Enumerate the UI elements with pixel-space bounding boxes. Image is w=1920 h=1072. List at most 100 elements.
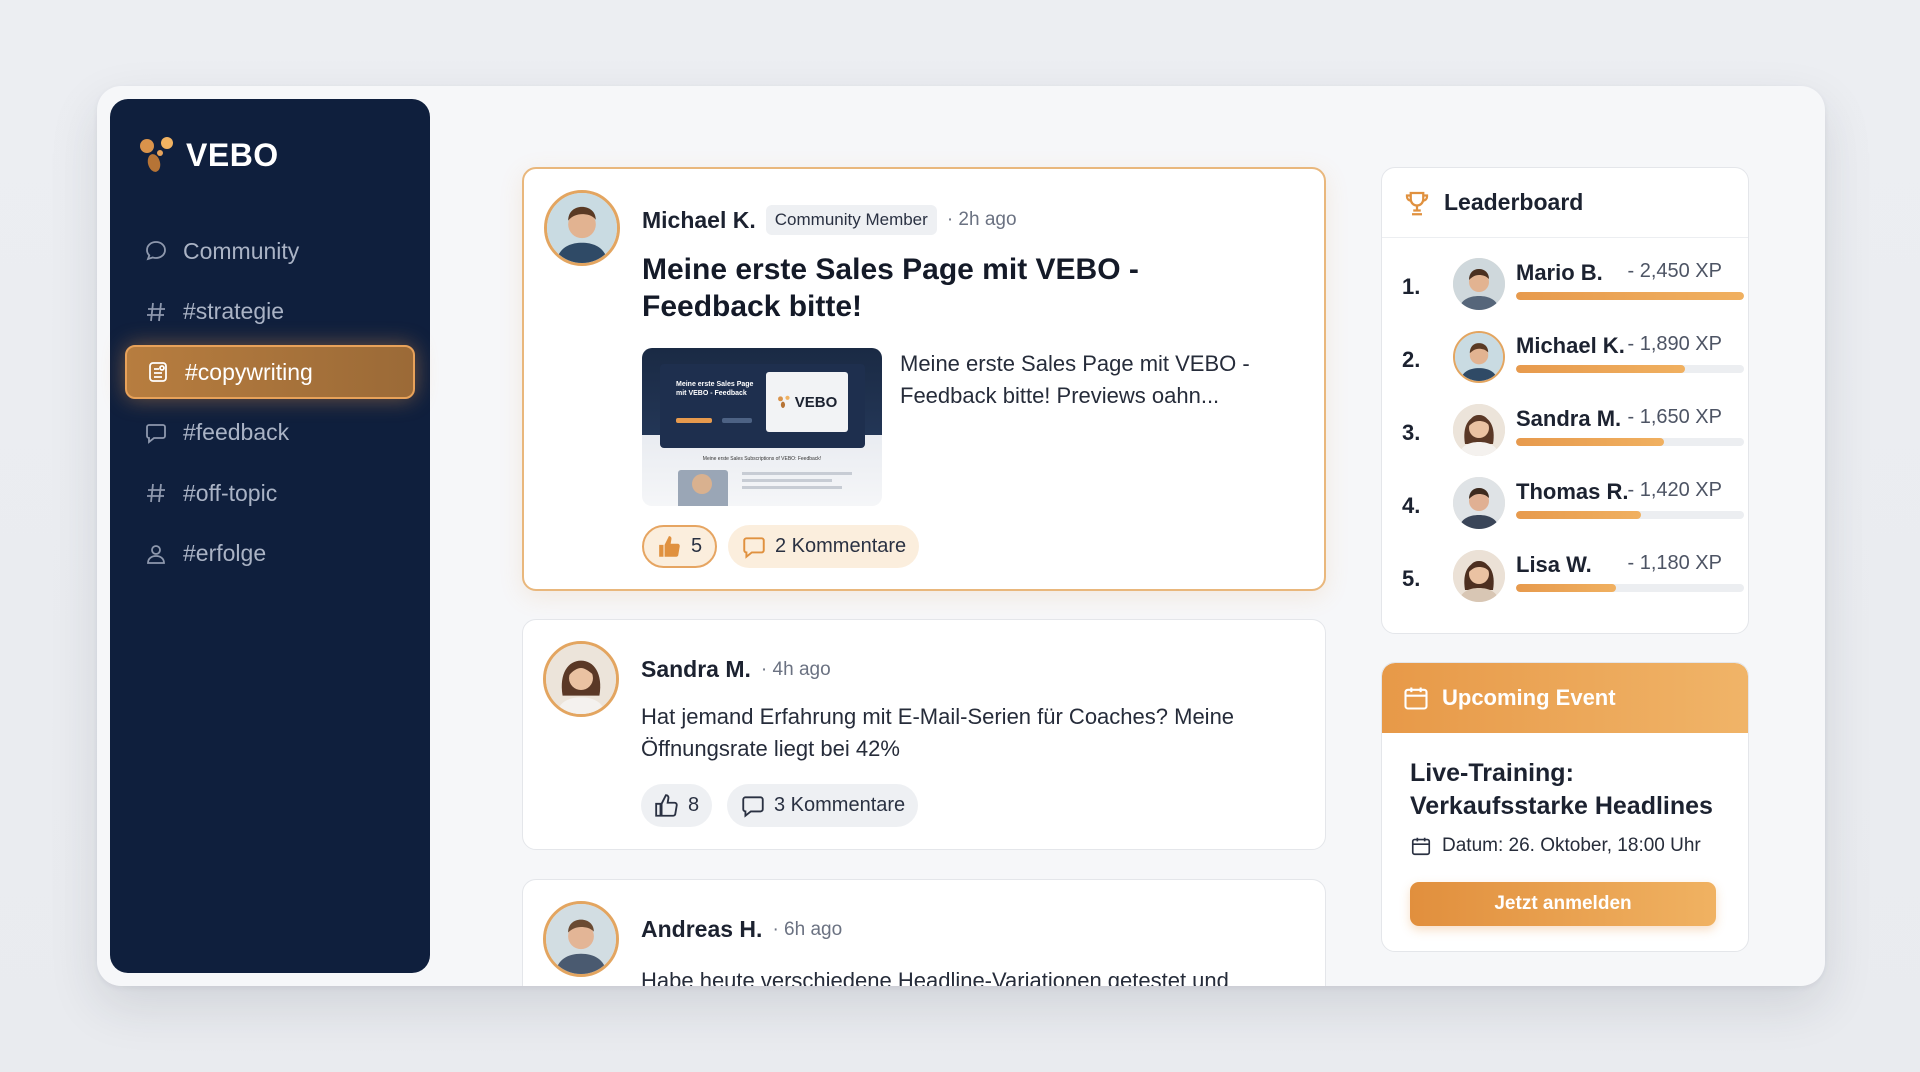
- avatar[interactable]: [1453, 404, 1505, 456]
- xp-progress-bar: [1516, 511, 1744, 519]
- leaderboard-xp: - 1,650 XP: [1627, 406, 1722, 428]
- sidebar-item-off-topic[interactable]: #off-topic: [125, 466, 415, 520]
- post-header: Andreas H. · 6h ago: [641, 916, 842, 943]
- avatar[interactable]: [543, 901, 619, 977]
- post-author[interactable]: Andreas H.: [641, 916, 762, 943]
- comment-count: 3 Kommentare: [774, 794, 906, 816]
- post-title[interactable]: Meine erste Sales Page mit VEBO - Feedba…: [642, 251, 1282, 325]
- event-title: Live-Training: Verkaufsstarke Headlines: [1410, 759, 1713, 820]
- leaderboard-rank: 4.: [1402, 493, 1421, 518]
- comment-icon: [743, 536, 765, 559]
- post-body: Hat jemand Erfahrung mit E-Mail-Serien f…: [641, 704, 1235, 761]
- leaderboard-name: Michael K.: [1516, 333, 1625, 358]
- sidebar: VEBO Community #strategie #copywriting #…: [110, 99, 430, 973]
- xp-progress-fill: [1516, 292, 1744, 300]
- post-author[interactable]: Michael K.: [642, 207, 756, 234]
- comment-icon: [742, 795, 764, 818]
- sidebar-item-strategie[interactable]: #strategie: [125, 285, 415, 339]
- user-icon: [143, 541, 169, 567]
- avatar-icon: [1453, 477, 1505, 529]
- calendar-icon: [1404, 687, 1428, 710]
- leaderboard-name: Thomas R.: [1516, 479, 1629, 504]
- avatar-icon: [1453, 404, 1505, 456]
- leaderboard-xp: - 1,890 XP: [1627, 333, 1722, 355]
- avatar[interactable]: [544, 190, 620, 266]
- leaderboard-name: Mario B.: [1516, 260, 1603, 285]
- xp-progress-fill: [1516, 584, 1617, 592]
- xp-progress-bar: [1516, 292, 1744, 300]
- post-thumbnail[interactable]: Meine erste Sales Page mit VEBO - Feedba…: [642, 348, 882, 506]
- like-button[interactable]: 5: [642, 525, 718, 568]
- like-count: 8: [688, 794, 700, 816]
- sidebar-item-label: #off-topic: [183, 479, 278, 506]
- channel-nav: Community #strategie #copywriting #feedb…: [125, 224, 415, 587]
- event-header: Upcoming Event: [1382, 663, 1748, 733]
- thumbnail-headline: Meine erste Sales Page mit VEBO - Feedba…: [676, 381, 754, 397]
- avatar[interactable]: [543, 641, 619, 717]
- sidebar-item-label: #copywriting: [185, 358, 313, 385]
- role-badge: Community Member: [765, 205, 937, 235]
- leaderboard-xp: - 1,180 XP: [1627, 552, 1722, 574]
- comment-button[interactable]: 2 Kommentare: [728, 525, 920, 568]
- post-preview: Meine erste Sales Page mit VEBO - Feedba…: [900, 351, 1250, 408]
- calendar-icon: [1411, 837, 1431, 856]
- leaderboard-row[interactable]: 3. Sandra M. - 1,650 XP: [1402, 402, 1744, 462]
- avatar[interactable]: [1453, 550, 1505, 602]
- sidebar-item-community[interactable]: Community: [125, 224, 415, 278]
- post-author[interactable]: Sandra M.: [641, 656, 751, 683]
- sidebar-item-erfolge[interactable]: #erfolge: [125, 527, 415, 581]
- leaderboard-header: Leaderboard: [1382, 168, 1748, 238]
- chat-square-icon: [143, 420, 169, 446]
- post-time: · 4h ago: [760, 658, 831, 680]
- xp-progress-fill: [1516, 438, 1665, 446]
- avatar-icon: [1453, 258, 1505, 310]
- post-card[interactable]: Sandra M. · 4h ago Hat jemand Erfahrung …: [522, 619, 1326, 850]
- brand[interactable]: VEBO: [138, 135, 279, 175]
- event-date-text: Datum: 26. Oktober, 18:00 Uhr: [1442, 835, 1701, 856]
- leaderboard-row[interactable]: 2. Michael K. - 1,890 XP: [1402, 329, 1744, 389]
- leaderboard-row[interactable]: 5. Lisa W. - 1,180 XP: [1402, 548, 1744, 608]
- xp-progress-fill: [1516, 365, 1685, 373]
- leaderboard-name: Lisa W.: [1516, 552, 1592, 577]
- hash-icon: [143, 299, 169, 325]
- event-card: Upcoming Event Live-Training: Verkaufsst…: [1381, 662, 1749, 952]
- post-card[interactable]: Andreas H. · 6h ago Habe heute verschied…: [522, 879, 1326, 986]
- leaderboard-row[interactable]: 4. Thomas R. - 1,420 XP: [1402, 475, 1744, 535]
- sidebar-item-copywriting[interactable]: #copywriting: [125, 345, 415, 399]
- avatar[interactable]: [1453, 331, 1505, 383]
- avatar-man-icon: [547, 193, 617, 263]
- leaderboard-row[interactable]: 1. Mario B. - 2,450 XP: [1402, 256, 1744, 316]
- avatar-icon: [1455, 333, 1503, 381]
- xp-progress-fill: [1516, 511, 1642, 519]
- sidebar-item-label: #erfolge: [183, 540, 267, 566]
- comment-button[interactable]: 3 Kommentare: [727, 784, 919, 827]
- sidebar-item-label: #strategie: [183, 298, 285, 324]
- leaderboard-rank: 3.: [1402, 420, 1421, 445]
- post-body: Habe heute verschiedene Headline-Variati…: [641, 968, 1229, 986]
- leaderboard-xp: - 2,450 XP: [1627, 260, 1722, 282]
- xp-progress-bar: [1516, 584, 1744, 592]
- vebo-logo-icon: [140, 137, 173, 172]
- like-button[interactable]: 8: [641, 784, 713, 827]
- xp-progress-bar: [1516, 438, 1744, 446]
- leaderboard-name: Sandra M.: [1516, 406, 1622, 431]
- leaderboard-title: Leaderboard: [1444, 189, 1584, 215]
- register-button[interactable]: Jetzt anmelden: [1410, 882, 1716, 926]
- event-header-title: Upcoming Event: [1442, 685, 1616, 710]
- app-window: VEBO Community #strategie #copywriting #…: [97, 86, 1825, 986]
- sidebar-item-feedback[interactable]: #feedback: [125, 406, 415, 460]
- avatar-woman-icon: [546, 644, 616, 714]
- trophy-icon: [1405, 191, 1429, 215]
- avatar[interactable]: [1453, 477, 1505, 529]
- sidebar-item-label: Community: [183, 237, 300, 264]
- thumbs-up-icon: [655, 793, 678, 817]
- post-time: · 2h ago: [946, 209, 1017, 230]
- leaderboard-rank: 1.: [1402, 274, 1421, 299]
- chat-bubble-icon: [143, 238, 169, 264]
- post-card[interactable]: Michael K. Community Member · 2h ago Mei…: [522, 167, 1326, 591]
- leaderboard-rank: 2.: [1402, 347, 1421, 372]
- hash-icon: [143, 480, 169, 506]
- like-count: 5: [691, 535, 703, 557]
- leaderboard-xp: - 1,420 XP: [1627, 479, 1722, 501]
- avatar[interactable]: [1453, 258, 1505, 310]
